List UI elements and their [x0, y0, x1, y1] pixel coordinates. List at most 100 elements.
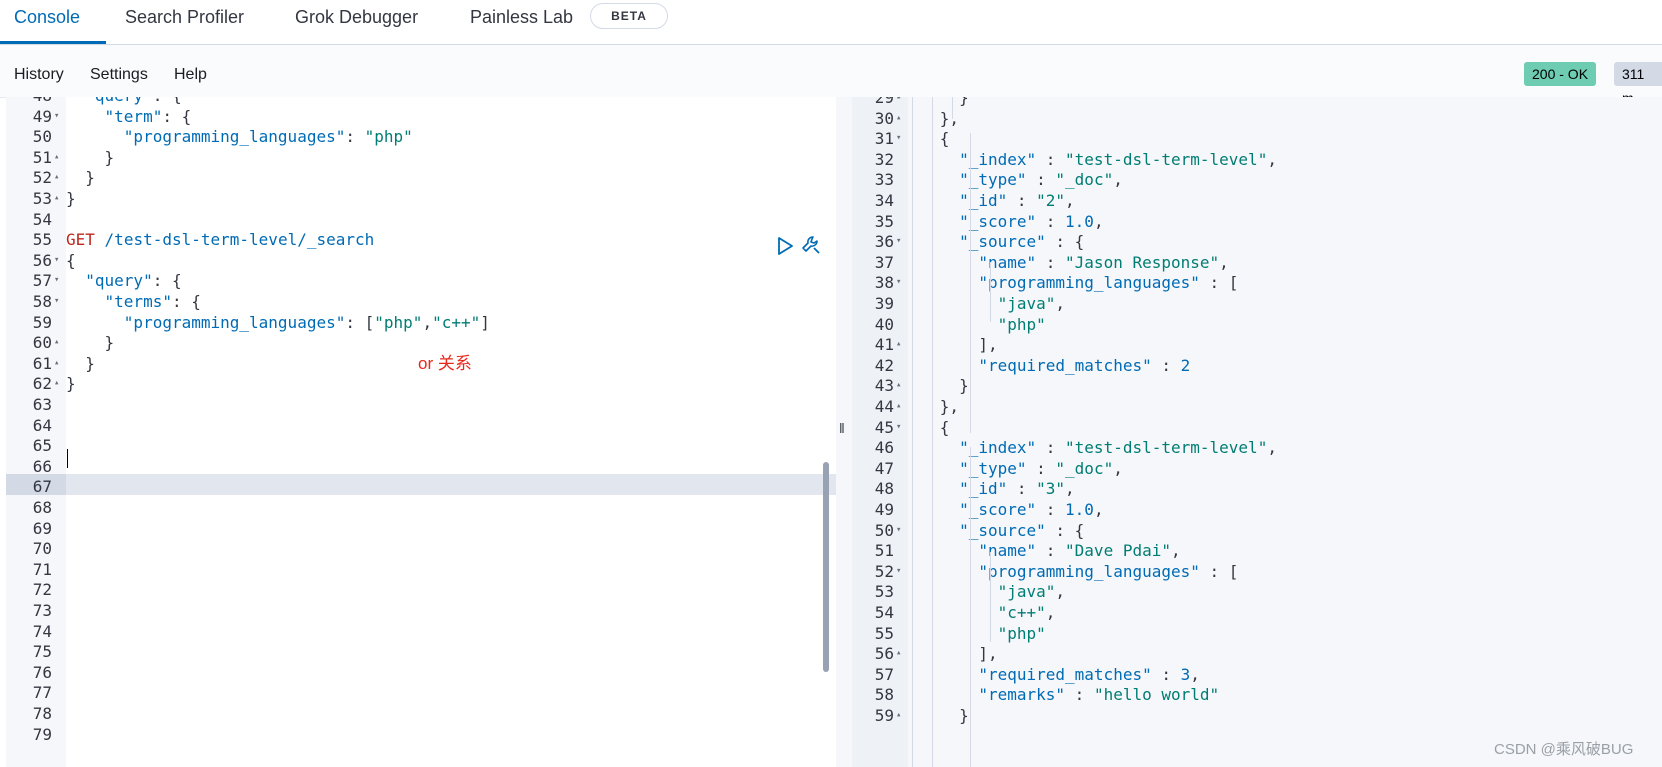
- tab-search-profiler[interactable]: Search Profiler: [125, 7, 244, 27]
- request-code-line[interactable]: 74: [6, 621, 836, 642]
- code-text: {: [66, 250, 76, 270]
- response-code-line[interactable]: 43 ▴ }: [852, 375, 1662, 396]
- request-code-line[interactable]: 68: [6, 497, 836, 518]
- request-code-line[interactable]: 70: [6, 538, 836, 559]
- line-number: 71: [32, 559, 52, 579]
- wrench-icon[interactable]: [800, 234, 822, 256]
- response-code-line[interactable]: 55 "php": [852, 623, 1662, 644]
- response-code-line[interactable]: 42 "required_matches" : 2: [852, 355, 1662, 376]
- response-code-line[interactable]: 56 ▴ ],: [852, 643, 1662, 664]
- indent-guide: [932, 97, 933, 767]
- response-code-line[interactable]: 37 "name" : "Jason Response",: [852, 252, 1662, 273]
- fold-close-icon[interactable]: ▴: [54, 332, 59, 353]
- fold-close-icon[interactable]: ▴: [54, 147, 59, 168]
- request-code-line[interactable]: 49 ▾ "term": {: [6, 106, 836, 127]
- request-code-line[interactable]: 75: [6, 641, 836, 662]
- response-code-line[interactable]: 59 ▴ }: [852, 705, 1662, 726]
- request-code-line[interactable]: 57 ▾ "query": {: [6, 270, 836, 291]
- response-code-line[interactable]: 30 ▴ },: [852, 108, 1662, 129]
- request-code-line[interactable]: 79: [6, 724, 836, 745]
- request-code-line[interactable]: 63: [6, 394, 836, 415]
- request-code-line[interactable]: 67: [6, 476, 836, 497]
- response-code-line[interactable]: 47 "_type" : "_doc",: [852, 458, 1662, 479]
- request-scrollbar[interactable]: [823, 462, 829, 672]
- request-code-line[interactable]: 69: [6, 518, 836, 539]
- request-code-line[interactable]: 64: [6, 415, 836, 436]
- history-link[interactable]: History: [14, 66, 64, 84]
- request-code-line[interactable]: 52 ▴ }: [6, 167, 836, 188]
- response-code-line[interactable]: 35 "_score" : 1.0,: [852, 211, 1662, 232]
- run-request-icon[interactable]: [774, 235, 796, 257]
- request-code-line[interactable]: 62 ▴}: [6, 373, 836, 394]
- line-number: 60: [32, 333, 52, 353]
- help-link[interactable]: Help: [174, 66, 207, 84]
- response-code-line[interactable]: 51 "name" : "Dave Pdai",: [852, 540, 1662, 561]
- response-code-line[interactable]: 29 ▴ }: [852, 97, 1662, 108]
- annotation-or-relation: or 关系: [418, 354, 472, 373]
- fold-close-icon[interactable]: ▴: [54, 188, 59, 209]
- response-code-line[interactable]: 44 ▴ },: [852, 396, 1662, 417]
- response-editor[interactable]: 29 ▴ } 30 ▴ }, 31 ▾ {32 "_index" : "test-dsl-…: [852, 97, 1662, 767]
- response-code-line[interactable]: 53 "java",: [852, 581, 1662, 602]
- response-code-line[interactable]: 41 ▴ ],: [852, 334, 1662, 355]
- request-code-line[interactable]: 66: [6, 456, 836, 477]
- tab-painless-lab[interactable]: Painless Lab: [470, 7, 573, 27]
- response-code-line[interactable]: 48 "_id" : "3",: [852, 478, 1662, 499]
- request-code-line[interactable]: 56 ▾ {: [6, 250, 836, 271]
- tab-grok-debugger[interactable]: Grok Debugger: [295, 7, 418, 27]
- request-code-line[interactable]: 58 ▾ "terms": {: [6, 291, 836, 312]
- line-number: 49: [32, 106, 52, 126]
- fold-open-icon[interactable]: ▾: [54, 291, 59, 312]
- line-number: 51: [32, 147, 52, 167]
- settings-link[interactable]: Settings: [90, 66, 148, 84]
- response-code-line[interactable]: 57 "required_matches" : 3,: [852, 664, 1662, 685]
- request-code-line[interactable]: 73: [6, 600, 836, 621]
- code-text: }: [882, 97, 969, 107]
- response-code-line[interactable]: 46 "_index" : "test-dsl-term-level",: [852, 437, 1662, 458]
- fold-open-icon[interactable]: ▾: [54, 270, 59, 291]
- response-code-line[interactable]: 49 "_score" : 1.0,: [852, 499, 1662, 520]
- response-code-line[interactable]: 40 "php": [852, 314, 1662, 335]
- tab-console[interactable]: Console: [14, 7, 80, 27]
- request-code-line[interactable]: 59 "programming_languages": ["php","c++"…: [6, 312, 836, 333]
- response-code-line[interactable]: 32 "_index" : "test-dsl-term-level",: [852, 149, 1662, 170]
- request-code-line[interactable]: 55 GET /test-dsl-term-level/_search: [6, 229, 836, 250]
- code-text: "php": [997, 314, 1046, 334]
- line-number: 72: [32, 580, 52, 600]
- request-code-line[interactable]: 72: [6, 579, 836, 600]
- code-text: "required_matches" : 2: [978, 355, 1191, 375]
- request-code-line[interactable]: 51 ▴ }: [6, 147, 836, 168]
- fold-close-icon[interactable]: ▴: [54, 373, 59, 394]
- fold-open-icon[interactable]: ▾: [54, 106, 59, 127]
- response-code-line[interactable]: 34 "_id" : "2",: [852, 190, 1662, 211]
- code-text: "programming_languages": ["php","c++"]: [123, 312, 490, 332]
- response-code-line[interactable]: 58 "remarks" : "hello world": [852, 684, 1662, 705]
- response-code-line[interactable]: 54 "c++",: [852, 602, 1662, 623]
- code-text: }: [66, 353, 95, 373]
- text-cursor: [67, 449, 68, 468]
- response-code-line[interactable]: 38 ▾ "programming_languages" : [: [852, 272, 1662, 293]
- fold-close-icon[interactable]: ▴: [54, 167, 59, 188]
- indent-guide: [952, 97, 953, 119]
- request-editor[interactable]: 48▾ "query": {49▾ "term": {50 "programmi…: [6, 97, 836, 767]
- response-code-line[interactable]: 36 ▾ "_source" : {: [852, 231, 1662, 252]
- request-code-line[interactable]: 78: [6, 703, 836, 724]
- request-code-line[interactable]: 50 "programming_languages": "php": [6, 126, 836, 147]
- response-code-line[interactable]: 50 ▾ "_source" : {: [852, 520, 1662, 541]
- fold-open-icon[interactable]: ▾: [54, 250, 59, 271]
- request-code-line[interactable]: 71: [6, 559, 836, 580]
- fold-close-icon[interactable]: ▴: [54, 353, 59, 374]
- code-text: }: [66, 374, 76, 394]
- response-code-line[interactable]: 31 ▾ {: [852, 128, 1662, 149]
- request-code-line[interactable]: 65: [6, 435, 836, 456]
- resizer-handle-icon[interactable]: ‖: [839, 420, 845, 436]
- response-code-line[interactable]: 52 ▾ "programming_languages" : [: [852, 561, 1662, 582]
- response-code-line[interactable]: 45 ▾ {: [852, 417, 1662, 438]
- request-code-line[interactable]: 76: [6, 662, 836, 683]
- request-code-line[interactable]: 77: [6, 682, 836, 703]
- code-text: }: [66, 333, 115, 353]
- request-code-line[interactable]: 53 ▴}: [6, 188, 836, 209]
- response-code-line[interactable]: 33 "_type" : "_doc",: [852, 169, 1662, 190]
- request-code-line[interactable]: 54: [6, 209, 836, 230]
- response-code-line[interactable]: 39 "java",: [852, 293, 1662, 314]
